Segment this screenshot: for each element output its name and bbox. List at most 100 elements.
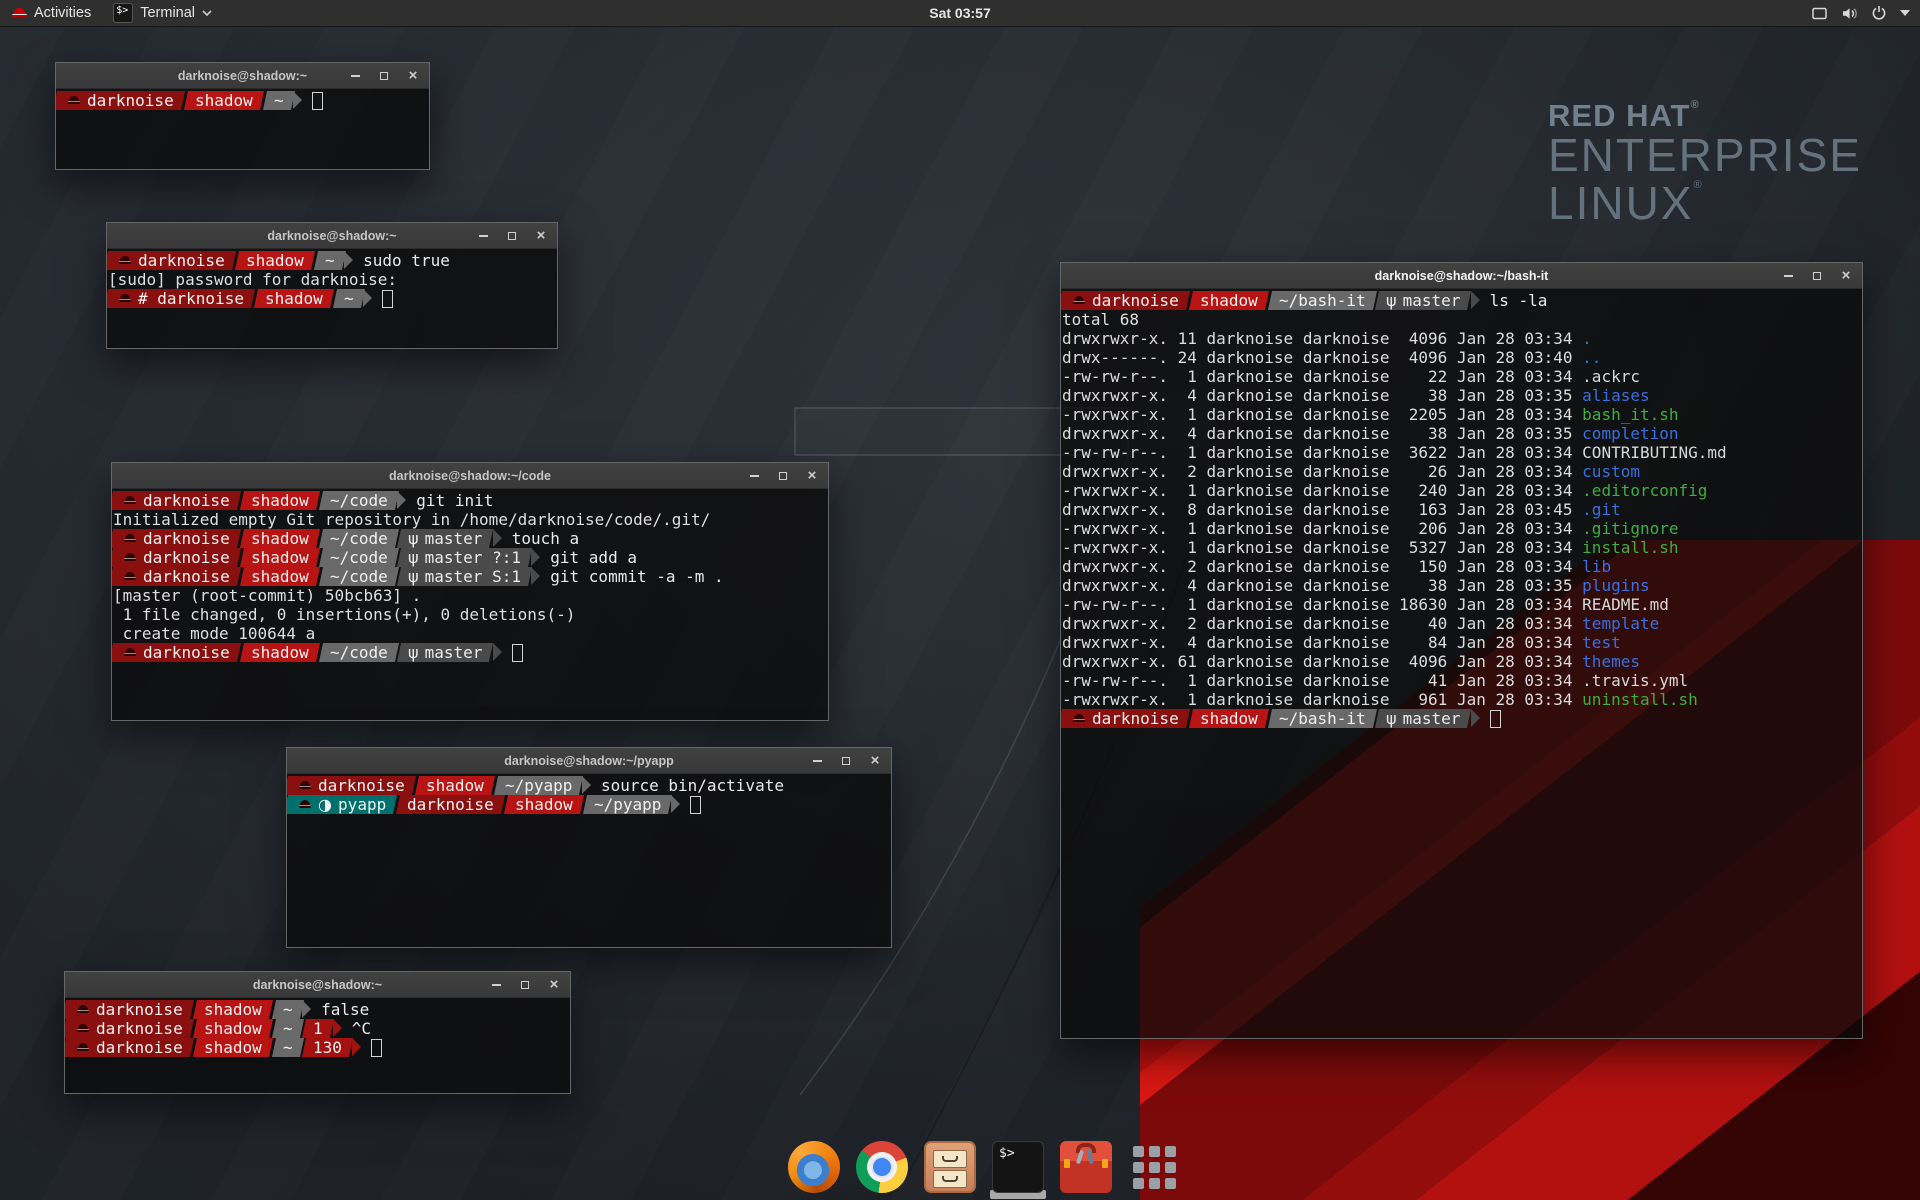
command-text: touch a xyxy=(512,529,579,548)
ls-row-meta: drwxrwxr-x. 2 darknoise darknoise 150 Ja… xyxy=(1062,557,1582,576)
titlebar[interactable]: darknoise@shadow:~ × xyxy=(56,63,429,89)
ls-row: drwxrwxr-x. 61 darknoise darknoise 4096 … xyxy=(1062,652,1862,671)
terminal-content[interactable]: darknoiseshadow~/pyappsource bin/activat… xyxy=(287,774,891,947)
terminal-cursor xyxy=(382,290,393,308)
terminal-window-pyapp: darknoise@shadow:~/pyapp × darknoiseshad… xyxy=(286,747,892,948)
close-button[interactable]: × xyxy=(547,978,561,992)
terminal-content[interactable]: darknoiseshadow~sudo true[sudo] password… xyxy=(107,249,557,348)
chevron-down-icon[interactable] xyxy=(1900,10,1910,16)
close-button[interactable]: × xyxy=(868,754,882,768)
prompt-segment-path: ~ xyxy=(271,1000,303,1019)
redhat-icon xyxy=(124,534,136,544)
powerline-arrow-icon xyxy=(531,567,540,585)
terminal-output-line: total 68 xyxy=(1062,310,1862,329)
redhat-icon xyxy=(299,800,311,810)
titlebar[interactable]: darknoise@shadow:~ × xyxy=(65,972,570,998)
ls-row-meta: drwxrwxr-x. 4 darknoise darknoise 38 Jan… xyxy=(1062,424,1582,443)
prompt-segment-user: darknoise xyxy=(1061,709,1190,728)
command-text: false xyxy=(321,1000,369,1019)
redhat-icon xyxy=(1073,296,1085,306)
titlebar[interactable]: darknoise@shadow:~ × xyxy=(107,223,557,249)
top-bar: Activities $> Terminal Sat 03:57 xyxy=(0,0,1920,27)
terminal-content[interactable]: darknoiseshadow~/bash-itψ masterls -lato… xyxy=(1061,289,1862,1038)
ls-row: drwxrwxr-x. 2 darknoise darknoise 26 Jan… xyxy=(1062,462,1862,481)
titlebar[interactable]: darknoise@shadow:~/bash-it × xyxy=(1061,263,1862,289)
powerline-arrow-icon xyxy=(493,643,502,661)
file-manager-icon[interactable] xyxy=(924,1141,976,1193)
minimize-button[interactable] xyxy=(747,469,761,483)
toolbox-icon[interactable] xyxy=(1060,1141,1112,1193)
firefox-icon[interactable] xyxy=(788,1141,840,1193)
terminal-content[interactable]: darknoiseshadow~falsedarknoiseshadow~1^C… xyxy=(65,998,570,1093)
git-branch-icon: ψ xyxy=(408,529,424,548)
ls-row-meta: drwxrwxr-x. 4 darknoise darknoise 38 Jan… xyxy=(1062,576,1582,595)
ls-row: drwxrwxr-x. 2 darknoise darknoise 40 Jan… xyxy=(1062,614,1862,633)
maximize-button[interactable] xyxy=(377,69,391,83)
running-app-indicator xyxy=(990,1190,1046,1199)
terminal-app-icon: $> xyxy=(113,3,133,23)
prompt-segment-user: darknoise xyxy=(112,529,241,548)
volume-icon[interactable] xyxy=(1841,6,1858,21)
activities-label: Activities xyxy=(34,5,91,21)
titlebar[interactable]: darknoise@shadow:~/code × xyxy=(112,463,828,489)
powerline-arrow-icon xyxy=(1471,291,1480,309)
app-menu-label: Terminal xyxy=(140,5,195,21)
prompt-segment-user: darknoise xyxy=(112,567,241,586)
app-grid-icon[interactable] xyxy=(1128,1141,1180,1193)
terminal-output-line: create mode 100644 a xyxy=(113,624,828,643)
chrome-icon[interactable] xyxy=(856,1141,908,1193)
minimize-button[interactable] xyxy=(348,69,362,83)
ls-row-name: bash_it.sh xyxy=(1582,405,1678,424)
ls-row: -rw-rw-r--. 1 darknoise darknoise 22 Jan… xyxy=(1062,367,1862,386)
minimize-button[interactable] xyxy=(810,754,824,768)
ls-row-meta: -rwxrwxr-x. 1 darknoise darknoise 2205 J… xyxy=(1062,405,1582,424)
terminal-cursor xyxy=(1490,710,1501,728)
terminal-window-bash-it: darknoise@shadow:~/bash-it × darknoisesh… xyxy=(1060,262,1863,1039)
minimize-button[interactable] xyxy=(489,978,503,992)
activities-button[interactable]: Activities xyxy=(0,0,103,26)
maximize-button[interactable] xyxy=(839,754,853,768)
terminal-glyph: $> xyxy=(999,1146,1015,1161)
powerline-arrow-icon xyxy=(293,91,302,109)
maximize-button[interactable] xyxy=(518,978,532,992)
python-venv-icon: ◑ xyxy=(318,795,337,814)
toolbox-clasp xyxy=(1102,1159,1108,1168)
minimize-button[interactable] xyxy=(476,229,490,243)
window-title: darknoise@shadow:~/code xyxy=(389,469,551,483)
prompt-segment-git: ψ master ?:1 xyxy=(397,548,532,567)
prompt-segment-user: darknoise xyxy=(112,643,241,662)
terminal-launcher-icon[interactable]: $> xyxy=(992,1141,1044,1193)
maximize-button[interactable] xyxy=(1810,269,1824,283)
maximize-button[interactable] xyxy=(505,229,519,243)
close-button[interactable]: × xyxy=(1839,269,1853,283)
maximize-button[interactable] xyxy=(776,469,790,483)
prompt-segment-git: ψ master xyxy=(397,643,493,662)
titlebar[interactable]: darknoise@shadow:~/pyapp × xyxy=(287,748,891,774)
redhat-icon xyxy=(68,96,80,106)
redhat-icon xyxy=(299,781,311,791)
screwdriver-icon xyxy=(1086,1149,1094,1165)
close-button[interactable]: × xyxy=(534,229,548,243)
close-button[interactable]: × xyxy=(805,469,819,483)
close-button[interactable]: × xyxy=(406,69,420,83)
terminal-content[interactable]: darknoiseshadow~ xyxy=(56,89,429,169)
prompt-segment-host: shadow xyxy=(504,795,584,814)
prompt-segment-path: ~ xyxy=(262,91,294,110)
prompt-segment-user: darknoise xyxy=(1061,291,1190,310)
minimize-button[interactable] xyxy=(1781,269,1795,283)
prompt-segment-path: ~ xyxy=(271,1038,303,1057)
drawer-top xyxy=(933,1150,967,1168)
power-icon[interactable] xyxy=(1871,5,1887,21)
ls-row: -rw-rw-r--. 1 darknoise darknoise 3622 J… xyxy=(1062,443,1862,462)
ls-row-name: uninstall.sh xyxy=(1582,690,1698,709)
terminal-content[interactable]: darknoiseshadow~/codegit initInitialized… xyxy=(112,489,828,720)
prompt-line: darknoiseshadow~ xyxy=(57,91,429,110)
prompt-segment-host: shadow xyxy=(240,491,320,510)
prompt-segment-user: darknoise xyxy=(65,1038,194,1057)
display-icon[interactable] xyxy=(1811,6,1828,21)
powerline-arrow-icon xyxy=(671,795,680,813)
clock[interactable]: Sat 03:57 xyxy=(929,5,990,21)
ls-row-name: .. xyxy=(1582,348,1601,367)
app-menu-terminal[interactable]: $> Terminal xyxy=(103,0,222,26)
prompt-segment-path: ~/code xyxy=(318,548,398,567)
